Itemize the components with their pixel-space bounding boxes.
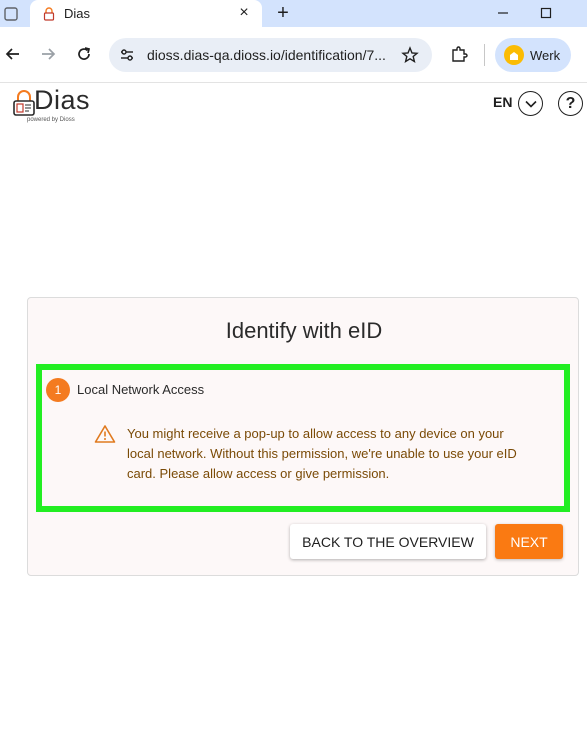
tab-dias[interactable]: Dias ×: [30, 0, 262, 27]
maximize-icon[interactable]: [536, 3, 556, 23]
reload-icon[interactable]: [71, 41, 97, 67]
tab-strip: Dias × +: [0, 0, 587, 27]
extensions-puzzle-icon[interactable]: [447, 42, 471, 66]
page-content: Dias powered by Dioss EN ? Identify with…: [0, 84, 587, 740]
help-icon[interactable]: ?: [558, 91, 583, 116]
new-tab-button[interactable]: +: [272, 2, 294, 24]
profile-button[interactable]: Werk: [495, 38, 571, 72]
dias-favicon-icon: [42, 6, 56, 21]
step-number-badge: 1: [46, 378, 70, 402]
tab-title: Dias: [64, 6, 91, 21]
bookmark-star-icon[interactable]: [400, 45, 420, 65]
url-text[interactable]: dioss.dias-qa.dioss.io/identification/7.…: [147, 47, 386, 63]
previous-tab-favicon[interactable]: [0, 0, 22, 27]
warning-triangle-icon: [94, 424, 116, 444]
profile-label: Werk: [530, 47, 561, 63]
logo-text: Dias: [34, 85, 91, 115]
address-bar[interactable]: dioss.dias-qa.dioss.io/identification/7.…: [109, 38, 432, 72]
back-to-overview-button[interactable]: BACK TO THE OVERVIEW: [290, 524, 486, 559]
forward-arrow-icon[interactable]: [35, 41, 61, 67]
warning-text: You might receive a pop-up to allow acce…: [127, 426, 517, 481]
step-title: Local Network Access: [77, 382, 205, 397]
toolbar-divider: [484, 44, 485, 66]
back-arrow-icon[interactable]: [0, 41, 26, 67]
minimize-icon[interactable]: [493, 3, 513, 23]
next-button[interactable]: NEXT: [495, 524, 563, 559]
card-title: Identify with eID: [225, 318, 383, 343]
site-settings-icon[interactable]: [118, 46, 136, 64]
tab-close-icon[interactable]: ×: [236, 5, 252, 21]
chevron-down-icon[interactable]: [518, 91, 543, 116]
dias-logo[interactable]: Dias powered by Dioss: [13, 85, 103, 127]
step-local-network-access: 1 Local Network Access You might receive…: [36, 364, 570, 512]
browser-toolbar: dioss.dias-qa.dioss.io/identification/7.…: [0, 27, 587, 83]
padlock-icon: [13, 90, 35, 116]
language-label[interactable]: EN: [493, 94, 512, 110]
identify-card: Identify with eID 1 Local Network Access…: [27, 297, 579, 576]
logo-subtext: powered by Dioss: [27, 117, 75, 123]
profile-avatar-icon: [504, 45, 524, 65]
